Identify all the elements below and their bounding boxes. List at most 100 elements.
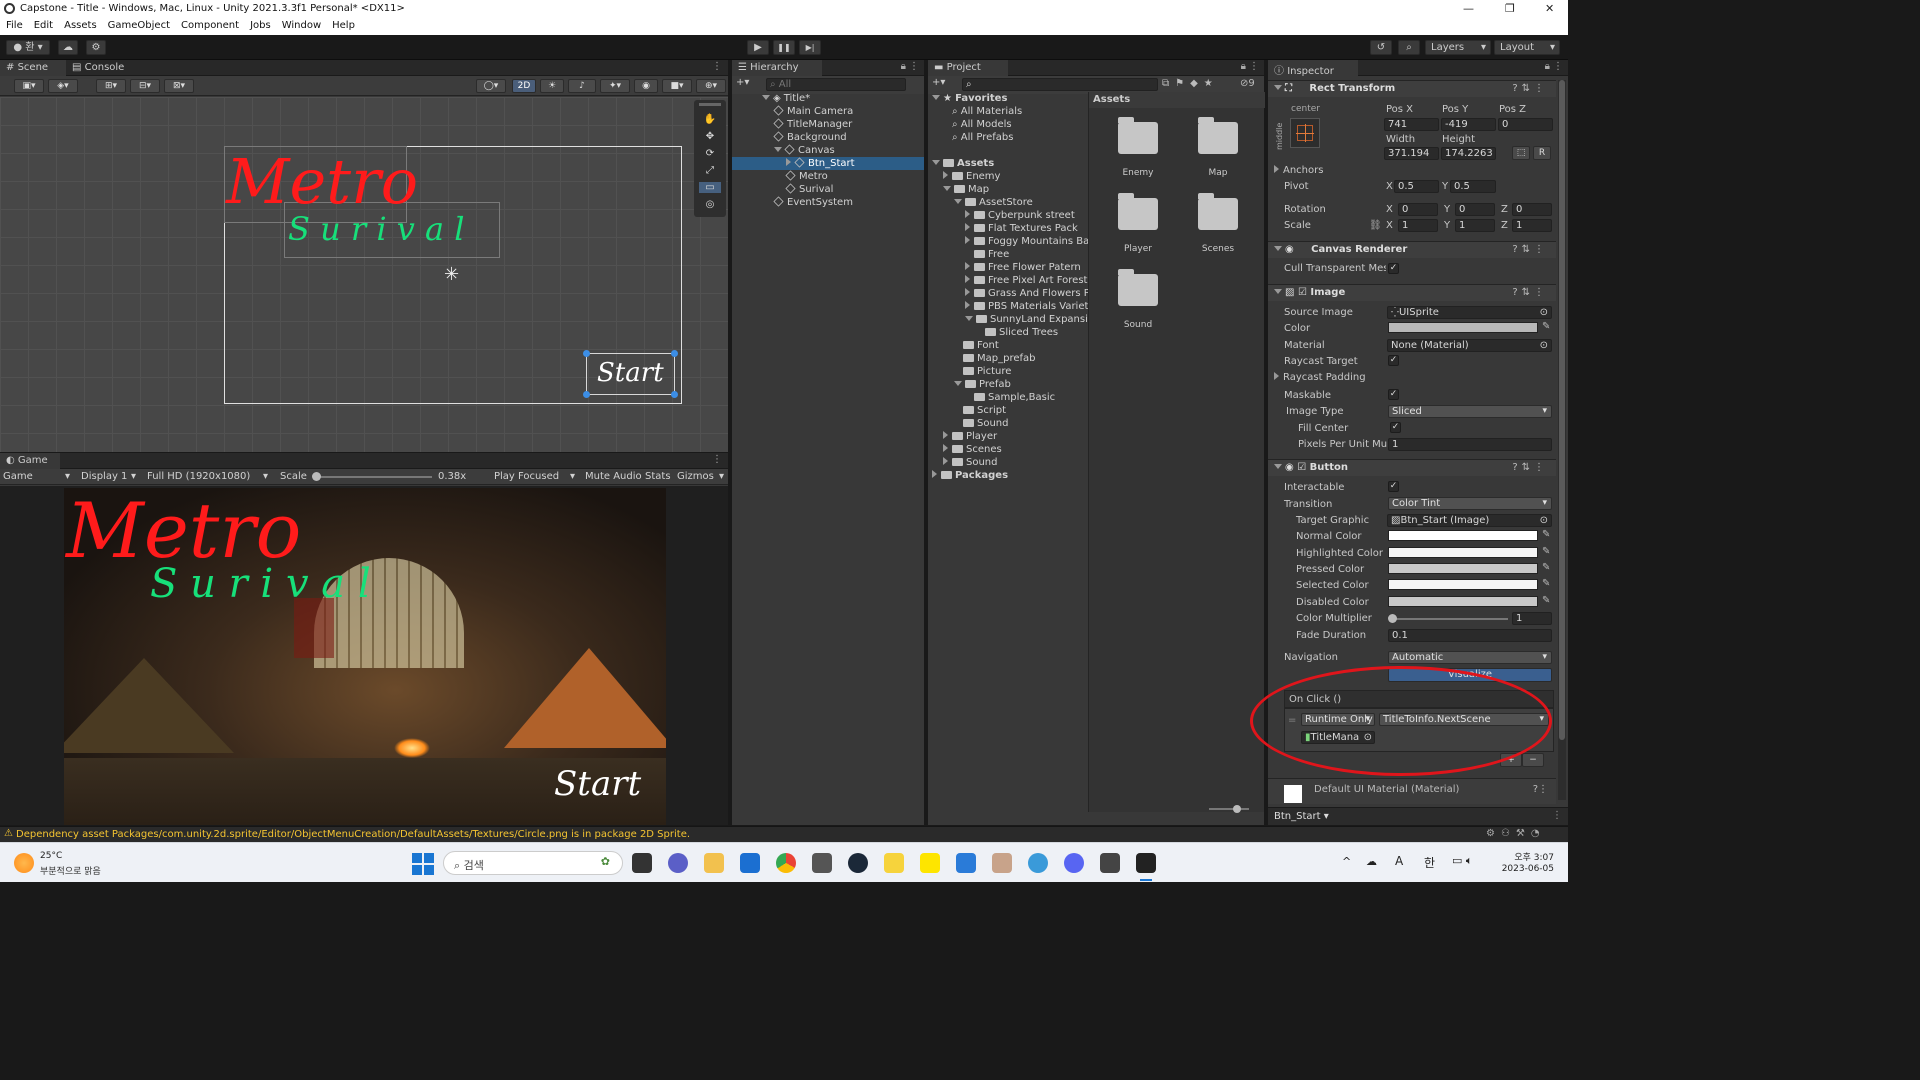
gizmos-dropdown[interactable]: Gizmos ▾: [677, 470, 727, 483]
scale-slider[interactable]: [312, 472, 432, 481]
menu-jobs[interactable]: Jobs: [244, 18, 276, 31]
component-menu-icons[interactable]: ?⇅⋮: [1512, 460, 1548, 476]
expand-arrow-icon[interactable]: [965, 236, 970, 244]
hierarchy-item[interactable]: ◈ Title*: [732, 92, 924, 105]
chrome-icon[interactable]: [776, 853, 796, 873]
asset-folder-tile[interactable]: Map: [1191, 117, 1245, 188]
file-explorer-icon[interactable]: [704, 853, 724, 873]
maskable-checkbox[interactable]: ✓: [1388, 389, 1399, 400]
effects-dropdown[interactable]: ✦▾: [600, 79, 630, 93]
hierarchy-item[interactable]: TitleManager: [732, 118, 924, 131]
remove-event-button[interactable]: −: [1522, 753, 1544, 767]
pixels-per-unit-field[interactable]: 1: [1388, 438, 1552, 451]
project-folder[interactable]: Cyberpunk street: [965, 209, 1088, 222]
project-folder[interactable]: Map_prefab: [954, 352, 1088, 365]
project-folder[interactable]: Prefab: [954, 378, 1088, 391]
menu-gameobject[interactable]: GameObject: [102, 18, 175, 31]
hierarchy-item[interactable]: Canvas: [732, 144, 924, 157]
component-menu-icons[interactable]: ?⇅⋮: [1512, 242, 1548, 258]
resolution-dropdown[interactable]: Full HD (1920x1080) ▾: [147, 470, 272, 483]
project-folder[interactable]: Picture: [954, 365, 1088, 378]
project-folder[interactable]: Foggy Mountains Bac: [965, 235, 1088, 248]
resize-handle[interactable]: [671, 350, 678, 357]
component-menu-icons[interactable]: ?⇅⋮: [1512, 285, 1548, 301]
panel-menu-icon[interactable]: ⋮: [1553, 61, 1563, 72]
hierarchy-item[interactable]: Surival: [732, 183, 924, 196]
audio-icon[interactable]: ♪: [568, 79, 596, 93]
browser-icon[interactable]: [1028, 853, 1048, 873]
function-dropdown[interactable]: TitleToInfo.NextScene: [1379, 713, 1549, 726]
object-picker-icon[interactable]: ⊙: [1364, 732, 1372, 743]
menu-component[interactable]: Component: [175, 18, 244, 31]
object-picker-icon[interactable]: ⊙: [1540, 515, 1548, 526]
expand-arrow-icon[interactable]: [965, 316, 973, 321]
target-object-field[interactable]: ▮TitleMana ⊙: [1301, 731, 1375, 744]
rotation-z-field[interactable]: 0: [1512, 203, 1552, 216]
scale-x-field[interactable]: 1: [1398, 219, 1438, 232]
cloud-icon[interactable]: ☁: [58, 40, 78, 55]
project-folder[interactable]: SunnyLand Expansion: [965, 313, 1088, 326]
expand-arrow-icon[interactable]: [774, 147, 782, 152]
panel-menu-icon[interactable]: ⋮: [1249, 61, 1259, 72]
taskbar-search[interactable]: ⌕ 검색 ✿: [443, 851, 623, 875]
history-icon[interactable]: ↺: [1370, 40, 1392, 55]
project-folder[interactable]: Grass And Flowers Pa: [965, 287, 1088, 300]
account-dropdown[interactable]: ● 환 ▾: [6, 40, 50, 55]
expand-arrow-icon[interactable]: [965, 288, 970, 296]
pos-y-field[interactable]: -419: [1441, 118, 1496, 131]
resize-handle[interactable]: [671, 391, 678, 398]
play-focused-dropdown[interactable]: Play Focused ▾: [494, 470, 579, 483]
cull-transparent-checkbox[interactable]: ✓: [1388, 263, 1399, 274]
inspector-footer-dropdown[interactable]: Btn_Start ▾: [1274, 811, 1329, 822]
tab-project[interactable]: ▬ Project: [928, 60, 1008, 76]
game-start-button[interactable]: Start: [554, 763, 641, 805]
camera-dropdown[interactable]: ■▾: [662, 79, 692, 93]
component-menu-icons[interactable]: ?⇅⋮: [1512, 81, 1548, 97]
favorite-item[interactable]: ⌕ All Prefabs: [952, 131, 1088, 144]
project-folder[interactable]: Map: [943, 183, 1088, 196]
anchor-preset-button[interactable]: [1290, 118, 1320, 148]
scale-z-field[interactable]: 1: [1512, 219, 1552, 232]
eyedropper-icon[interactable]: ✎: [1542, 595, 1550, 606]
fill-center-checkbox[interactable]: ✓: [1390, 422, 1401, 433]
disabled-color-swatch[interactable]: [1388, 596, 1538, 607]
start-button[interactable]: [412, 853, 434, 875]
expand-arrow-icon[interactable]: [965, 210, 970, 218]
add-event-button[interactable]: +: [1500, 753, 1522, 767]
ime-language[interactable]: 한: [1424, 854, 1435, 871]
display-mode-dropdown[interactable]: Game ▾: [3, 470, 73, 483]
display-dropdown[interactable]: Display 1 ▾: [81, 470, 141, 483]
hierarchy-item[interactable]: Btn_Start: [732, 157, 924, 170]
raycast-padding-foldout[interactable]: Raycast Padding: [1274, 372, 1366, 383]
search-icon[interactable]: ⌕: [1398, 40, 1420, 55]
game-icon[interactable]: [992, 853, 1012, 873]
expand-arrow-icon[interactable]: [965, 275, 970, 283]
scale-tool-icon[interactable]: ⤢: [699, 165, 721, 176]
play-button[interactable]: ▶: [747, 40, 769, 55]
icon-size-slider[interactable]: [1209, 805, 1249, 813]
maximize-icon[interactable]: ❐: [1505, 0, 1515, 18]
image-header[interactable]: ▨ ☑ Image ?⇅⋮: [1268, 284, 1556, 301]
tab-scene[interactable]: # Scene: [0, 60, 66, 76]
eyedropper-icon[interactable]: ✎: [1542, 321, 1550, 332]
raw-edit-button[interactable]: R: [1533, 146, 1551, 160]
project-folder[interactable]: AssetStore: [954, 196, 1088, 209]
foldout-arrow-icon[interactable]: [1274, 372, 1279, 380]
tray-chevron-icon[interactable]: ^: [1342, 855, 1351, 868]
pivot-x-field[interactable]: 0.5: [1394, 180, 1439, 193]
runtime-dropdown[interactable]: Runtime Only: [1301, 713, 1375, 726]
hierarchy-item[interactable]: Metro: [732, 170, 924, 183]
selected-color-swatch[interactable]: [1388, 579, 1538, 590]
eyedropper-icon[interactable]: ✎: [1542, 578, 1550, 589]
layers-dropdown[interactable]: Layers ▾: [1425, 40, 1491, 55]
tab-console[interactable]: ▤ Console: [66, 60, 136, 76]
constrain-proportions-icon[interactable]: ⛓: [1369, 220, 1382, 231]
add-icon[interactable]: +▾: [736, 77, 749, 88]
panel-menu-icon[interactable]: ⋮: [909, 61, 919, 72]
lock-icon[interactable]: 🔒︎: [1241, 61, 1246, 72]
favorite-item[interactable]: ⌕ All Materials: [952, 105, 1088, 118]
collab-icon[interactable]: ⚙: [86, 40, 106, 55]
lock-icon[interactable]: 🔒︎: [1545, 61, 1550, 72]
mode-2d-toggle[interactable]: 2D: [512, 79, 536, 93]
enabled-checkbox[interactable]: ☑: [1297, 462, 1306, 473]
